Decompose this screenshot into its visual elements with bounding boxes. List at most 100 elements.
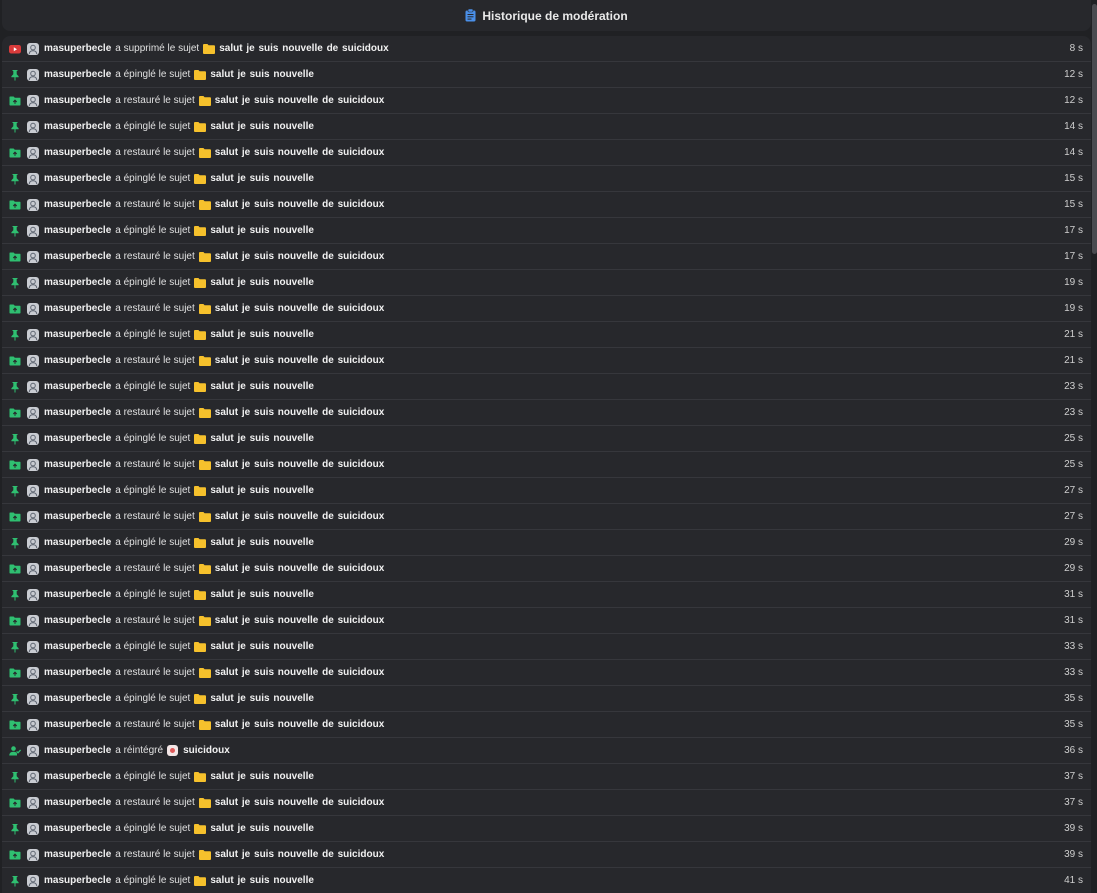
user-avatar[interactable] xyxy=(27,874,39,887)
user-avatar[interactable] xyxy=(27,588,39,601)
user-avatar[interactable] xyxy=(27,406,39,419)
user-avatar[interactable] xyxy=(27,302,39,315)
moderator-name[interactable]: masuperbecle xyxy=(44,121,111,132)
topic-link[interactable]: salut je suis nouvelle xyxy=(210,485,314,496)
moderator-name[interactable]: masuperbecle xyxy=(44,95,111,106)
user-avatar[interactable] xyxy=(27,770,39,783)
moderator-name[interactable]: masuperbecle xyxy=(44,563,111,574)
topic-link[interactable]: salut je suis nouvelle de suicidoux xyxy=(215,199,385,210)
moderator-name[interactable]: masuperbecle xyxy=(44,173,111,184)
moderator-name[interactable]: masuperbecle xyxy=(44,719,111,730)
topic-link[interactable]: salut je suis nouvelle de suicidoux xyxy=(215,303,385,314)
moderator-name[interactable]: masuperbecle xyxy=(44,329,111,340)
user-avatar[interactable] xyxy=(27,146,39,159)
user-avatar[interactable] xyxy=(27,562,39,575)
topic-link[interactable]: salut je suis nouvelle xyxy=(210,433,314,444)
user-avatar[interactable] xyxy=(27,432,39,445)
topic-link[interactable]: salut je suis nouvelle de suicidoux xyxy=(219,43,389,54)
moderator-name[interactable]: masuperbecle xyxy=(44,225,111,236)
moderator-name[interactable]: masuperbecle xyxy=(44,771,111,782)
user-avatar[interactable] xyxy=(27,744,39,757)
topic-link[interactable]: salut je suis nouvelle xyxy=(210,641,314,652)
topic-link[interactable]: salut je suis nouvelle de suicidoux xyxy=(215,251,385,262)
moderator-name[interactable]: masuperbecle xyxy=(44,875,111,886)
topic-link[interactable]: salut je suis nouvelle de suicidoux xyxy=(215,849,385,860)
topic-link[interactable]: salut je suis nouvelle xyxy=(210,277,314,288)
moderator-name[interactable]: masuperbecle xyxy=(44,745,111,756)
user-avatar[interactable] xyxy=(27,822,39,835)
topic-link[interactable]: salut je suis nouvelle de suicidoux xyxy=(215,355,385,366)
user-avatar[interactable] xyxy=(27,68,39,81)
topic-link[interactable]: salut je suis nouvelle de suicidoux xyxy=(215,511,385,522)
topic-link[interactable]: salut je suis nouvelle xyxy=(210,693,314,704)
topic-link[interactable]: salut je suis nouvelle de suicidoux xyxy=(215,563,385,574)
user-avatar[interactable] xyxy=(27,640,39,653)
user-avatar[interactable] xyxy=(27,120,39,133)
moderator-name[interactable]: masuperbecle xyxy=(44,303,111,314)
moderation-log-list[interactable]: masuperbecle a supprimé le sujet salut je … xyxy=(2,36,1091,893)
user-avatar[interactable] xyxy=(27,848,39,861)
member-name[interactable]: suicidoux xyxy=(183,745,230,756)
user-avatar[interactable] xyxy=(27,328,39,341)
topic-link[interactable]: salut je suis nouvelle xyxy=(210,173,314,184)
moderator-name[interactable]: masuperbecle xyxy=(44,199,111,210)
topic-link[interactable]: salut je suis nouvelle de suicidoux xyxy=(215,95,385,106)
user-avatar[interactable] xyxy=(27,224,39,237)
moderator-name[interactable]: masuperbecle xyxy=(44,823,111,834)
topic-link[interactable]: salut je suis nouvelle xyxy=(210,823,314,834)
user-avatar[interactable] xyxy=(27,354,39,367)
topic-link[interactable]: salut je suis nouvelle xyxy=(210,537,314,548)
user-avatar[interactable] xyxy=(27,692,39,705)
topic-link[interactable]: salut je suis nouvelle de suicidoux xyxy=(215,797,385,808)
user-avatar[interactable] xyxy=(27,510,39,523)
moderator-name[interactable]: masuperbecle xyxy=(44,667,111,678)
topic-link[interactable]: salut je suis nouvelle xyxy=(210,589,314,600)
topic-link[interactable]: salut je suis nouvelle de suicidoux xyxy=(215,459,385,470)
moderator-name[interactable]: masuperbecle xyxy=(44,277,111,288)
moderator-name[interactable]: masuperbecle xyxy=(44,797,111,808)
user-avatar[interactable] xyxy=(27,94,39,107)
member-avatar[interactable] xyxy=(167,745,179,756)
moderator-name[interactable]: masuperbecle xyxy=(44,381,111,392)
scrollbar[interactable] xyxy=(1092,0,1097,893)
user-avatar[interactable] xyxy=(27,718,39,731)
moderator-name[interactable]: masuperbecle xyxy=(44,251,111,262)
topic-link[interactable]: salut je suis nouvelle xyxy=(210,69,314,80)
topic-link[interactable]: salut je suis nouvelle xyxy=(210,225,314,236)
user-avatar[interactable] xyxy=(27,796,39,809)
moderator-name[interactable]: masuperbecle xyxy=(44,511,111,522)
moderator-name[interactable]: masuperbecle xyxy=(44,693,111,704)
moderator-name[interactable]: masuperbecle xyxy=(44,433,111,444)
moderator-name[interactable]: masuperbecle xyxy=(44,43,111,54)
user-avatar[interactable] xyxy=(27,614,39,627)
user-avatar[interactable] xyxy=(27,276,39,289)
topic-link[interactable]: salut je suis nouvelle xyxy=(210,121,314,132)
moderator-name[interactable]: masuperbecle xyxy=(44,407,111,418)
user-avatar[interactable] xyxy=(27,172,39,185)
moderator-name[interactable]: masuperbecle xyxy=(44,485,111,496)
moderator-name[interactable]: masuperbecle xyxy=(44,849,111,860)
user-avatar[interactable] xyxy=(27,484,39,497)
user-avatar[interactable] xyxy=(27,536,39,549)
moderator-name[interactable]: masuperbecle xyxy=(44,69,111,80)
moderator-name[interactable]: masuperbecle xyxy=(44,147,111,158)
topic-link[interactable]: salut je suis nouvelle de suicidoux xyxy=(215,719,385,730)
moderator-name[interactable]: masuperbecle xyxy=(44,589,111,600)
topic-link[interactable]: salut je suis nouvelle de suicidoux xyxy=(215,407,385,418)
user-avatar[interactable] xyxy=(27,250,39,263)
user-avatar[interactable] xyxy=(27,458,39,471)
user-avatar[interactable] xyxy=(27,42,39,55)
user-avatar[interactable] xyxy=(27,198,39,211)
moderator-name[interactable]: masuperbecle xyxy=(44,459,111,470)
topic-link[interactable]: salut je suis nouvelle de suicidoux xyxy=(215,147,385,158)
moderator-name[interactable]: masuperbecle xyxy=(44,615,111,626)
user-avatar[interactable] xyxy=(27,380,39,393)
topic-link[interactable]: salut je suis nouvelle xyxy=(210,875,314,886)
topic-link[interactable]: salut je suis nouvelle xyxy=(210,329,314,340)
topic-link[interactable]: salut je suis nouvelle xyxy=(210,381,314,392)
topic-link[interactable]: salut je suis nouvelle xyxy=(210,771,314,782)
moderator-name[interactable]: masuperbecle xyxy=(44,355,111,366)
moderator-name[interactable]: masuperbecle xyxy=(44,641,111,652)
user-avatar[interactable] xyxy=(27,666,39,679)
moderator-name[interactable]: masuperbecle xyxy=(44,537,111,548)
